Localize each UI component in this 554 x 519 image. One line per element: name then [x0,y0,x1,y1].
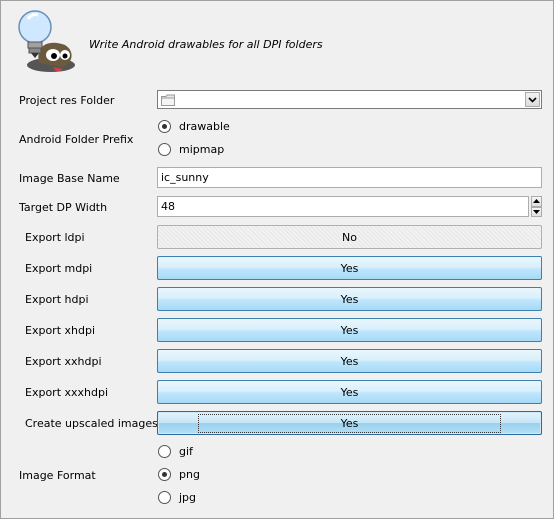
radio-mipmap-indicator[interactable] [158,143,171,156]
export-xhdpi-toggle[interactable]: Yes [157,318,542,342]
export-hdpi-value: Yes [340,292,359,306]
image-format-label: Image Format [19,469,96,482]
export-mdpi-value: Yes [340,261,359,275]
radio-gif-label: gif [179,445,193,458]
radio-drawable-label: drawable [179,120,230,133]
project-res-folder-label: Project res Folder [19,94,115,107]
export-xhdpi-label: Export xhdpi [25,324,96,337]
radio-jpg-indicator[interactable] [158,491,171,504]
spin-down-icon[interactable] [531,206,542,217]
export-ldpi-toggle[interactable]: No [157,225,542,249]
folder-icon [161,94,175,106]
export-mdpi-label: Export mdpi [25,262,93,275]
target-dp-width-spinner[interactable] [531,196,542,217]
radio-jpg-label: jpg [179,491,197,504]
radio-jpg[interactable]: jpg [158,491,196,504]
export-xxhdpi-label: Export xxhdpi [25,355,102,368]
dialog-frame: Write Android drawables for all DPI fold… [0,0,554,519]
export-hdpi-label: Export hdpi [25,293,89,306]
radio-mipmap-label: mipmap [179,143,225,156]
dialog-title: Write Android drawables for all DPI fold… [89,38,323,51]
create-upscaled-value: Yes [197,413,502,433]
radio-mipmap[interactable]: mipmap [158,143,224,156]
radio-gif-indicator[interactable] [158,445,171,458]
folder-prefix-label: Android Folder Prefix [19,133,134,146]
radio-png-label: png [179,468,200,481]
create-upscaled-toggle[interactable]: Yes [157,411,542,435]
radio-drawable[interactable]: drawable [158,120,230,133]
export-xxxhdpi-value: Yes [340,385,359,399]
create-upscaled-label: Create upscaled images [25,417,158,430]
target-dp-width-input[interactable] [157,196,529,217]
project-res-folder-select[interactable] [157,90,542,109]
radio-gif[interactable]: gif [158,445,193,458]
chevron-down-icon[interactable] [525,92,540,107]
export-xxxhdpi-toggle[interactable]: Yes [157,380,542,404]
target-dp-width-label: Target DP Width [19,201,108,214]
spin-up-icon[interactable] [531,196,542,207]
export-xxhdpi-value: Yes [340,354,359,368]
radio-png-indicator[interactable] [158,468,171,481]
export-xxxhdpi-label: Export xxxhdpi [25,386,109,399]
export-xxhdpi-toggle[interactable]: Yes [157,349,542,373]
image-base-name-label: Image Base Name [19,172,120,185]
radio-png[interactable]: png [158,468,200,481]
gimp-mascot-lightbulb-icon [18,10,75,72]
export-xhdpi-value: Yes [340,323,359,337]
export-hdpi-toggle[interactable]: Yes [157,287,542,311]
image-base-name-input[interactable] [157,167,542,188]
radio-drawable-indicator[interactable] [158,120,171,133]
export-ldpi-label: Export ldpi [25,231,85,244]
export-mdpi-toggle[interactable]: Yes [157,256,542,280]
export-ldpi-value: No [342,230,357,244]
